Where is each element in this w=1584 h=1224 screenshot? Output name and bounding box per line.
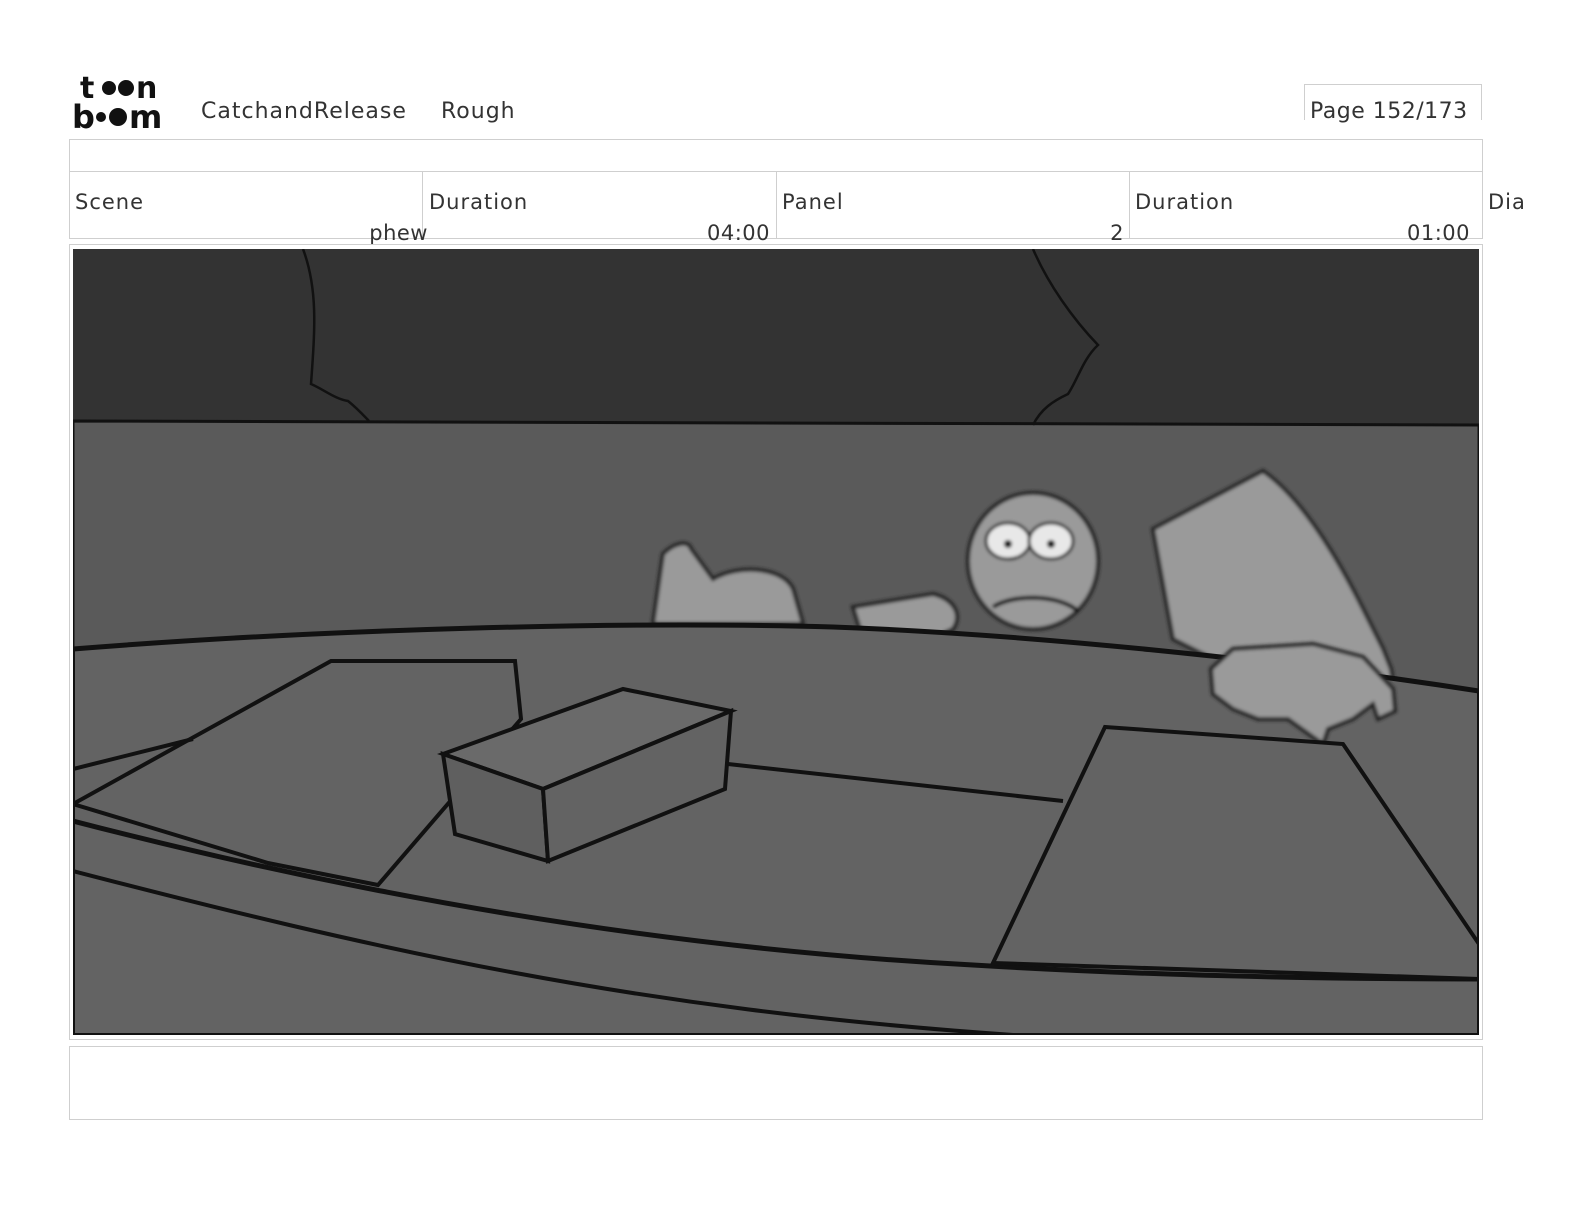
logo-letter-b: b [72,98,95,132]
logo-letter-m: m [129,98,162,132]
title-row [69,139,1483,172]
panel-value: 2 [1110,221,1124,245]
panel-duration-label: Duration [1135,190,1235,214]
page-number: Page 152/173 [1310,99,1468,124]
scene-label: Scene [75,190,145,214]
panel-label: Panel [782,190,844,214]
scene-value: phew [369,221,428,245]
cell-divider [1129,172,1130,239]
stage-label: Rough [441,99,516,124]
toonboom-logo: t n b m [72,72,162,132]
cell-divider [776,172,777,239]
project-title: CatchandRelease [201,99,407,124]
scene-duration-label: Duration [429,190,529,214]
panel-duration-value: 01:00 [1406,221,1470,245]
dialogue-label: Dia [1488,190,1526,214]
panel-drawing [73,249,1479,1035]
notes-box [69,1046,1483,1120]
scene-duration-value: 04:00 [706,221,770,245]
